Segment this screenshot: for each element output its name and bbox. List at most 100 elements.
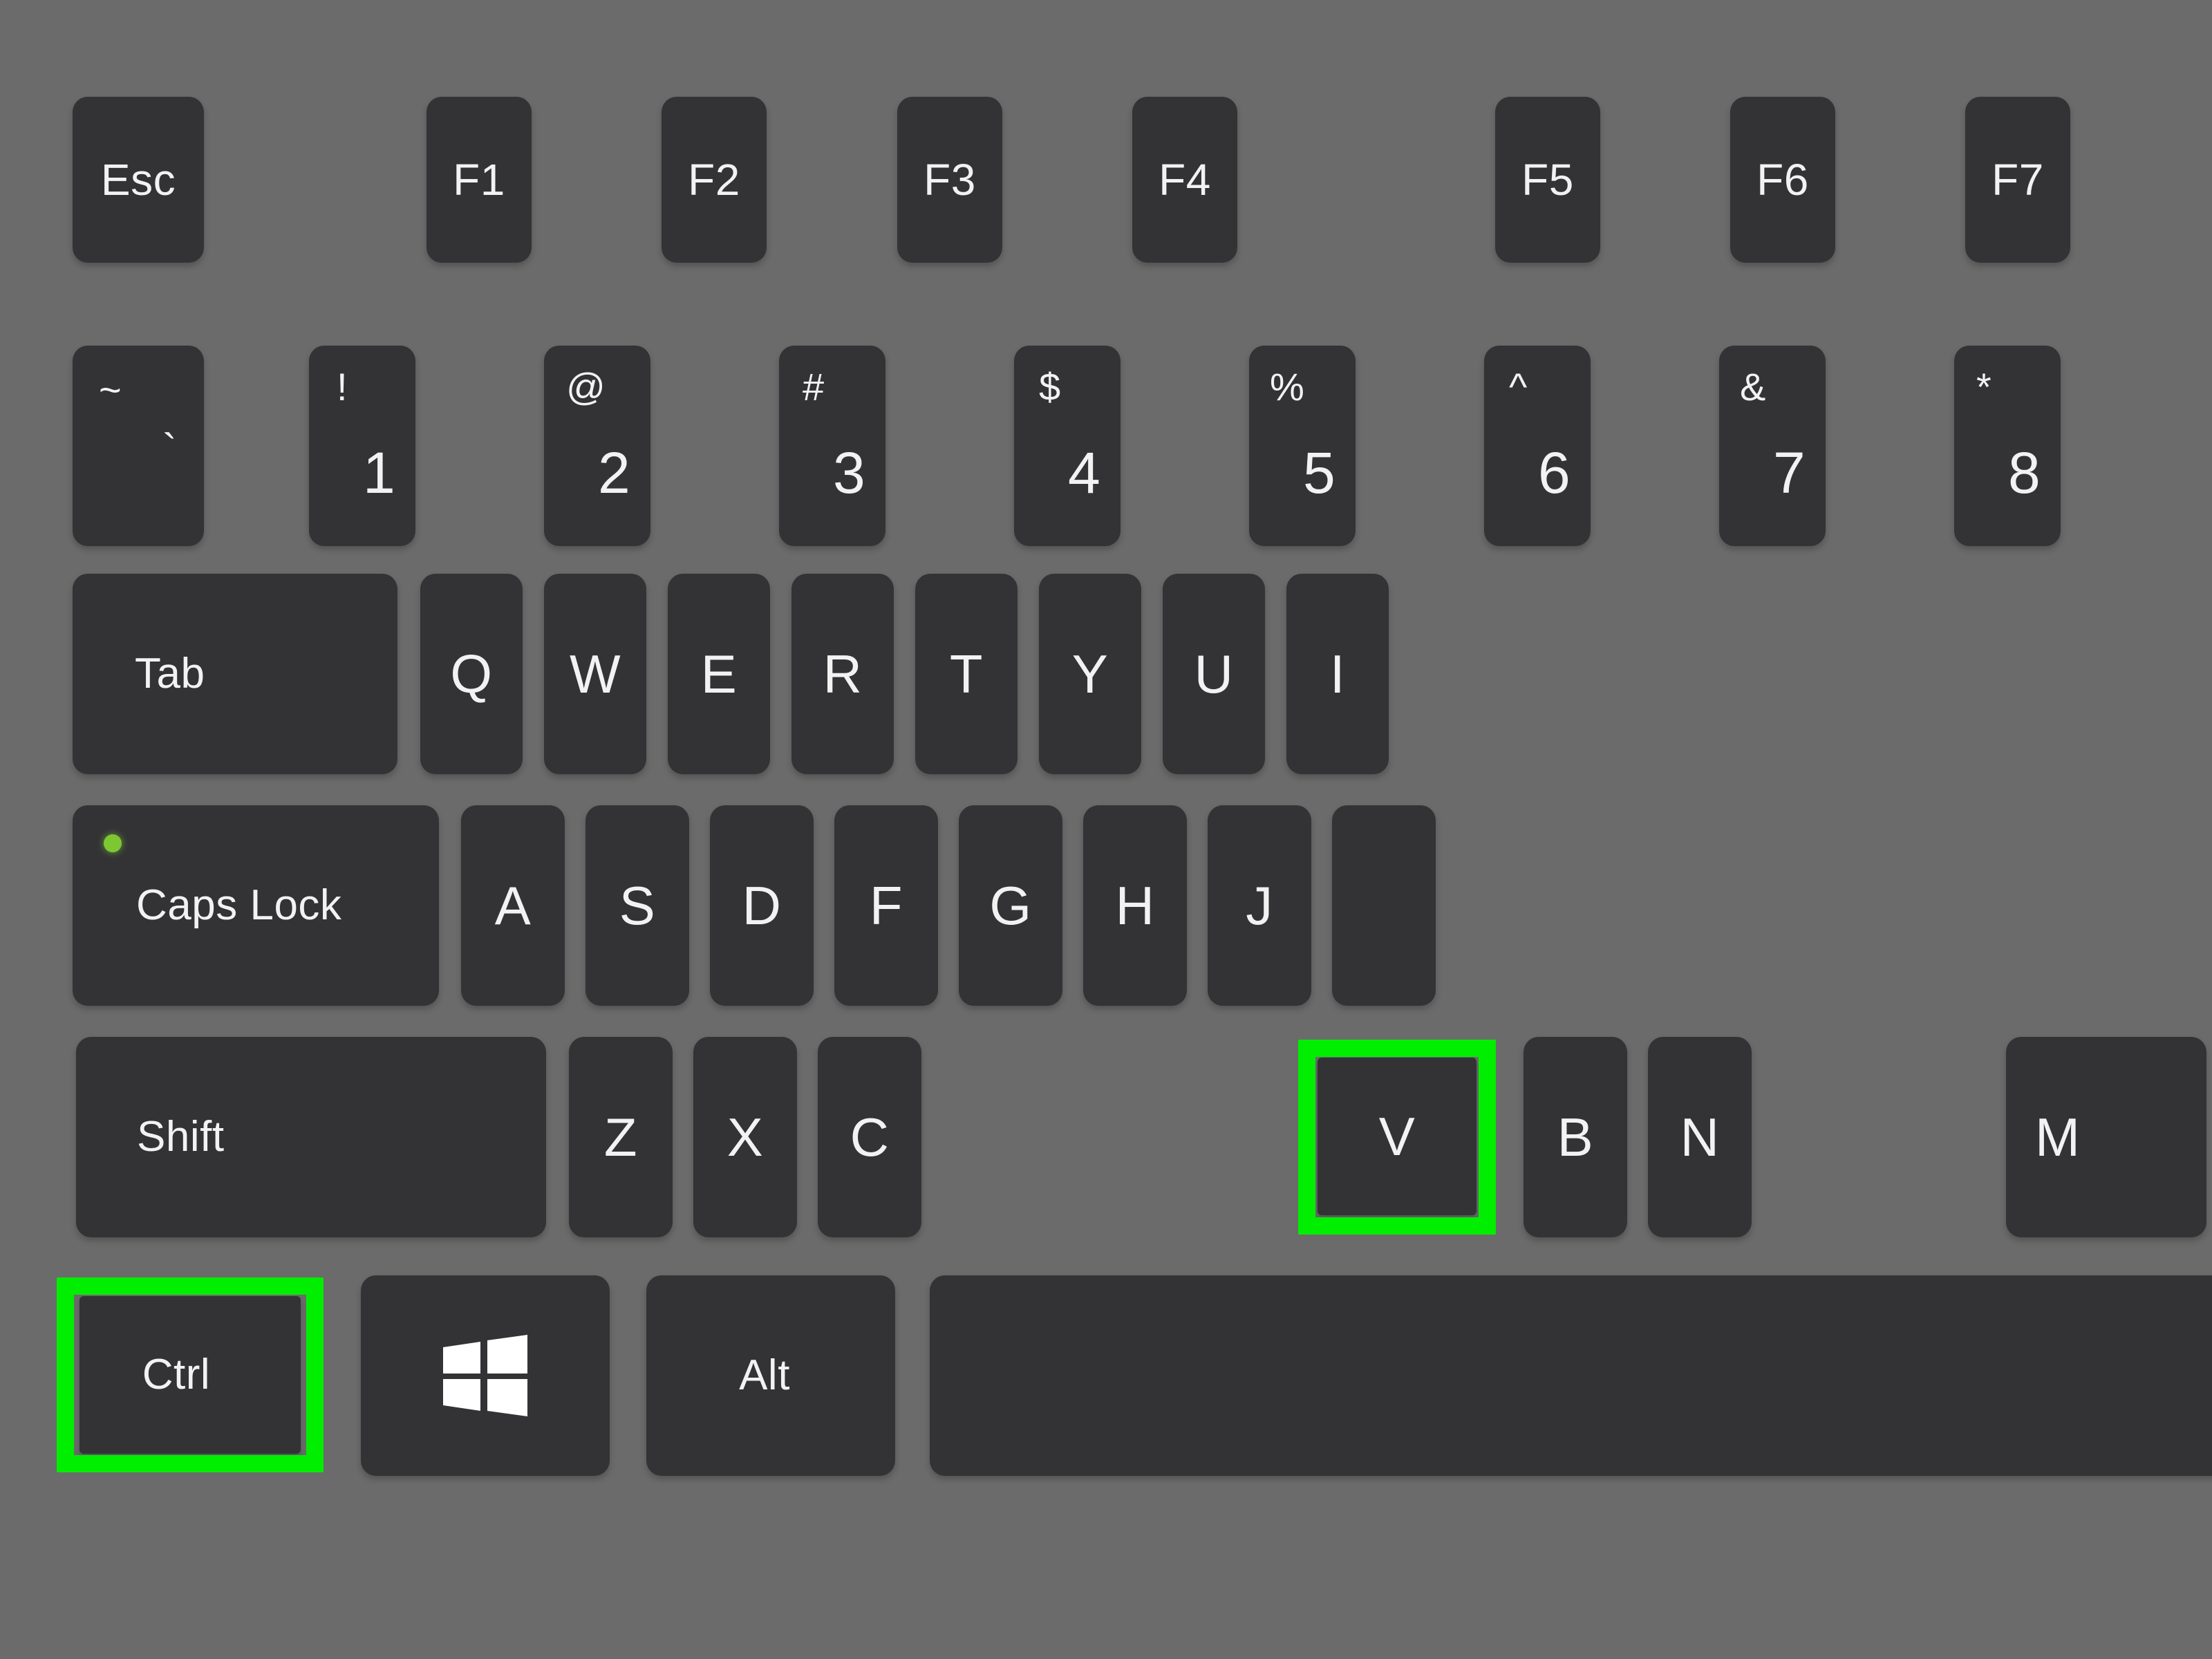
key-q[interactable]: Q — [420, 574, 523, 774]
key-space-label — [930, 1275, 2212, 1476]
key-8-base: 8 — [2008, 440, 2041, 505]
key-caps-lock-label: Caps Lock — [136, 881, 342, 929]
key-u-label: U — [1194, 644, 1234, 704]
key-windows[interactable] — [361, 1275, 610, 1476]
key-backtick[interactable]: ~ ` — [73, 346, 204, 546]
key-backtick-base: ` — [162, 426, 177, 474]
key-u[interactable]: U — [1163, 574, 1265, 774]
key-v-label: V — [1378, 1106, 1416, 1167]
key-ctrl[interactable]: Ctrl — [79, 1296, 301, 1454]
key-f5-label: F5 — [1521, 155, 1574, 205]
key-z[interactable]: Z — [569, 1037, 673, 1237]
key-6-shifted: ^ — [1509, 365, 1528, 409]
key-3-shifted: # — [803, 365, 825, 409]
key-space[interactable] — [930, 1275, 2212, 1476]
key-f4[interactable]: F4 — [1132, 97, 1237, 263]
key-m-label: M — [2035, 1107, 2081, 1168]
key-8-shifted: * — [1976, 365, 1991, 409]
key-f7[interactable]: F7 — [1965, 97, 2070, 263]
key-q-label: Q — [450, 644, 493, 704]
key-f-label: F — [869, 875, 903, 936]
key-n[interactable]: N — [1648, 1037, 1752, 1237]
key-e[interactable]: E — [668, 574, 770, 774]
key-shift[interactable]: Shift — [76, 1037, 546, 1237]
key-n-label: N — [1680, 1107, 1720, 1168]
key-alt[interactable]: Alt — [646, 1275, 895, 1476]
key-3-base: 3 — [833, 440, 865, 505]
key-2[interactable]: @ 2 — [544, 346, 650, 546]
key-x-label: X — [727, 1107, 764, 1168]
key-c-label: C — [850, 1107, 890, 1168]
key-f3[interactable]: F3 — [897, 97, 1002, 263]
key-k-label — [1332, 805, 1436, 1006]
key-f5[interactable]: F5 — [1495, 97, 1600, 263]
key-f2-label: F2 — [688, 155, 740, 205]
key-j[interactable]: J — [1208, 805, 1311, 1006]
key-5-shifted: % — [1270, 365, 1304, 409]
key-s-label: S — [619, 875, 656, 936]
key-d[interactable]: D — [710, 805, 814, 1006]
key-esc[interactable]: Esc — [73, 97, 204, 263]
key-1[interactable]: ! 1 — [309, 346, 415, 546]
key-z-label: Z — [603, 1107, 638, 1168]
key-4[interactable]: $ 4 — [1014, 346, 1121, 546]
key-6[interactable]: ^ 6 — [1484, 346, 1591, 546]
key-2-shifted: @ — [566, 365, 606, 409]
key-4-base: 4 — [1068, 440, 1100, 505]
key-g-label: G — [989, 875, 1032, 936]
key-3[interactable]: # 3 — [779, 346, 885, 546]
key-j-label: J — [1246, 875, 1273, 936]
key-7-shifted: & — [1740, 365, 1766, 409]
key-g[interactable]: G — [959, 805, 1062, 1006]
key-e-label: E — [700, 644, 738, 704]
key-alt-label: Alt — [739, 1351, 790, 1399]
key-backtick-shifted: ~ — [99, 368, 122, 411]
key-x[interactable]: X — [693, 1037, 797, 1237]
key-t-label: T — [949, 644, 984, 704]
key-i-clipped[interactable]: I — [1286, 574, 1389, 774]
key-v[interactable]: V — [1318, 1058, 1477, 1215]
key-y-label: Y — [1071, 644, 1109, 704]
key-shift-label: Shift — [137, 1113, 225, 1161]
key-t[interactable]: T — [915, 574, 1018, 774]
windows-logo-icon — [443, 1335, 527, 1416]
key-b-label: B — [1557, 1107, 1594, 1168]
key-8[interactable]: * 8 — [1954, 346, 2061, 546]
key-f4-label: F4 — [1159, 155, 1211, 205]
key-w-label: W — [569, 644, 621, 704]
keyboard-illustration: Esc F1 F2 F3 F4 F5 F6 F7 ~ ` ! 1 @ 2 # 3… — [0, 0, 2212, 1659]
key-ctrl-label: Ctrl — [142, 1351, 211, 1398]
key-f1-label: F1 — [453, 155, 505, 205]
key-b[interactable]: B — [1524, 1037, 1627, 1237]
key-f6[interactable]: F6 — [1730, 97, 1835, 263]
key-k-clipped[interactable] — [1332, 805, 1436, 1006]
key-tab[interactable]: Tab — [73, 574, 397, 774]
key-m-clipped[interactable]: M — [2006, 1037, 2206, 1237]
key-esc-label: Esc — [100, 155, 176, 205]
key-i-label: I — [1329, 644, 1346, 704]
key-f1[interactable]: F1 — [427, 97, 532, 263]
key-7[interactable]: & 7 — [1719, 346, 1826, 546]
key-1-shifted: ! — [337, 365, 348, 409]
key-4-shifted: $ — [1039, 365, 1061, 409]
key-d-label: D — [742, 875, 782, 936]
key-f[interactable]: F — [834, 805, 938, 1006]
key-1-base: 1 — [363, 440, 395, 505]
key-r-label: R — [823, 644, 863, 704]
key-y[interactable]: Y — [1039, 574, 1141, 774]
key-h[interactable]: H — [1083, 805, 1187, 1006]
key-f6-label: F6 — [1756, 155, 1809, 205]
key-h-label: H — [1115, 875, 1155, 936]
key-r[interactable]: R — [791, 574, 894, 774]
key-a-label: A — [494, 875, 532, 936]
key-5-base: 5 — [1303, 440, 1335, 505]
key-tab-label: Tab — [135, 650, 205, 697]
key-a[interactable]: A — [461, 805, 565, 1006]
key-f3-label: F3 — [924, 155, 976, 205]
key-w[interactable]: W — [544, 574, 646, 774]
key-s[interactable]: S — [585, 805, 689, 1006]
key-5[interactable]: % 5 — [1249, 346, 1356, 546]
key-f2[interactable]: F2 — [662, 97, 767, 263]
key-caps-lock[interactable]: Caps Lock — [73, 805, 439, 1006]
key-c[interactable]: C — [818, 1037, 921, 1237]
